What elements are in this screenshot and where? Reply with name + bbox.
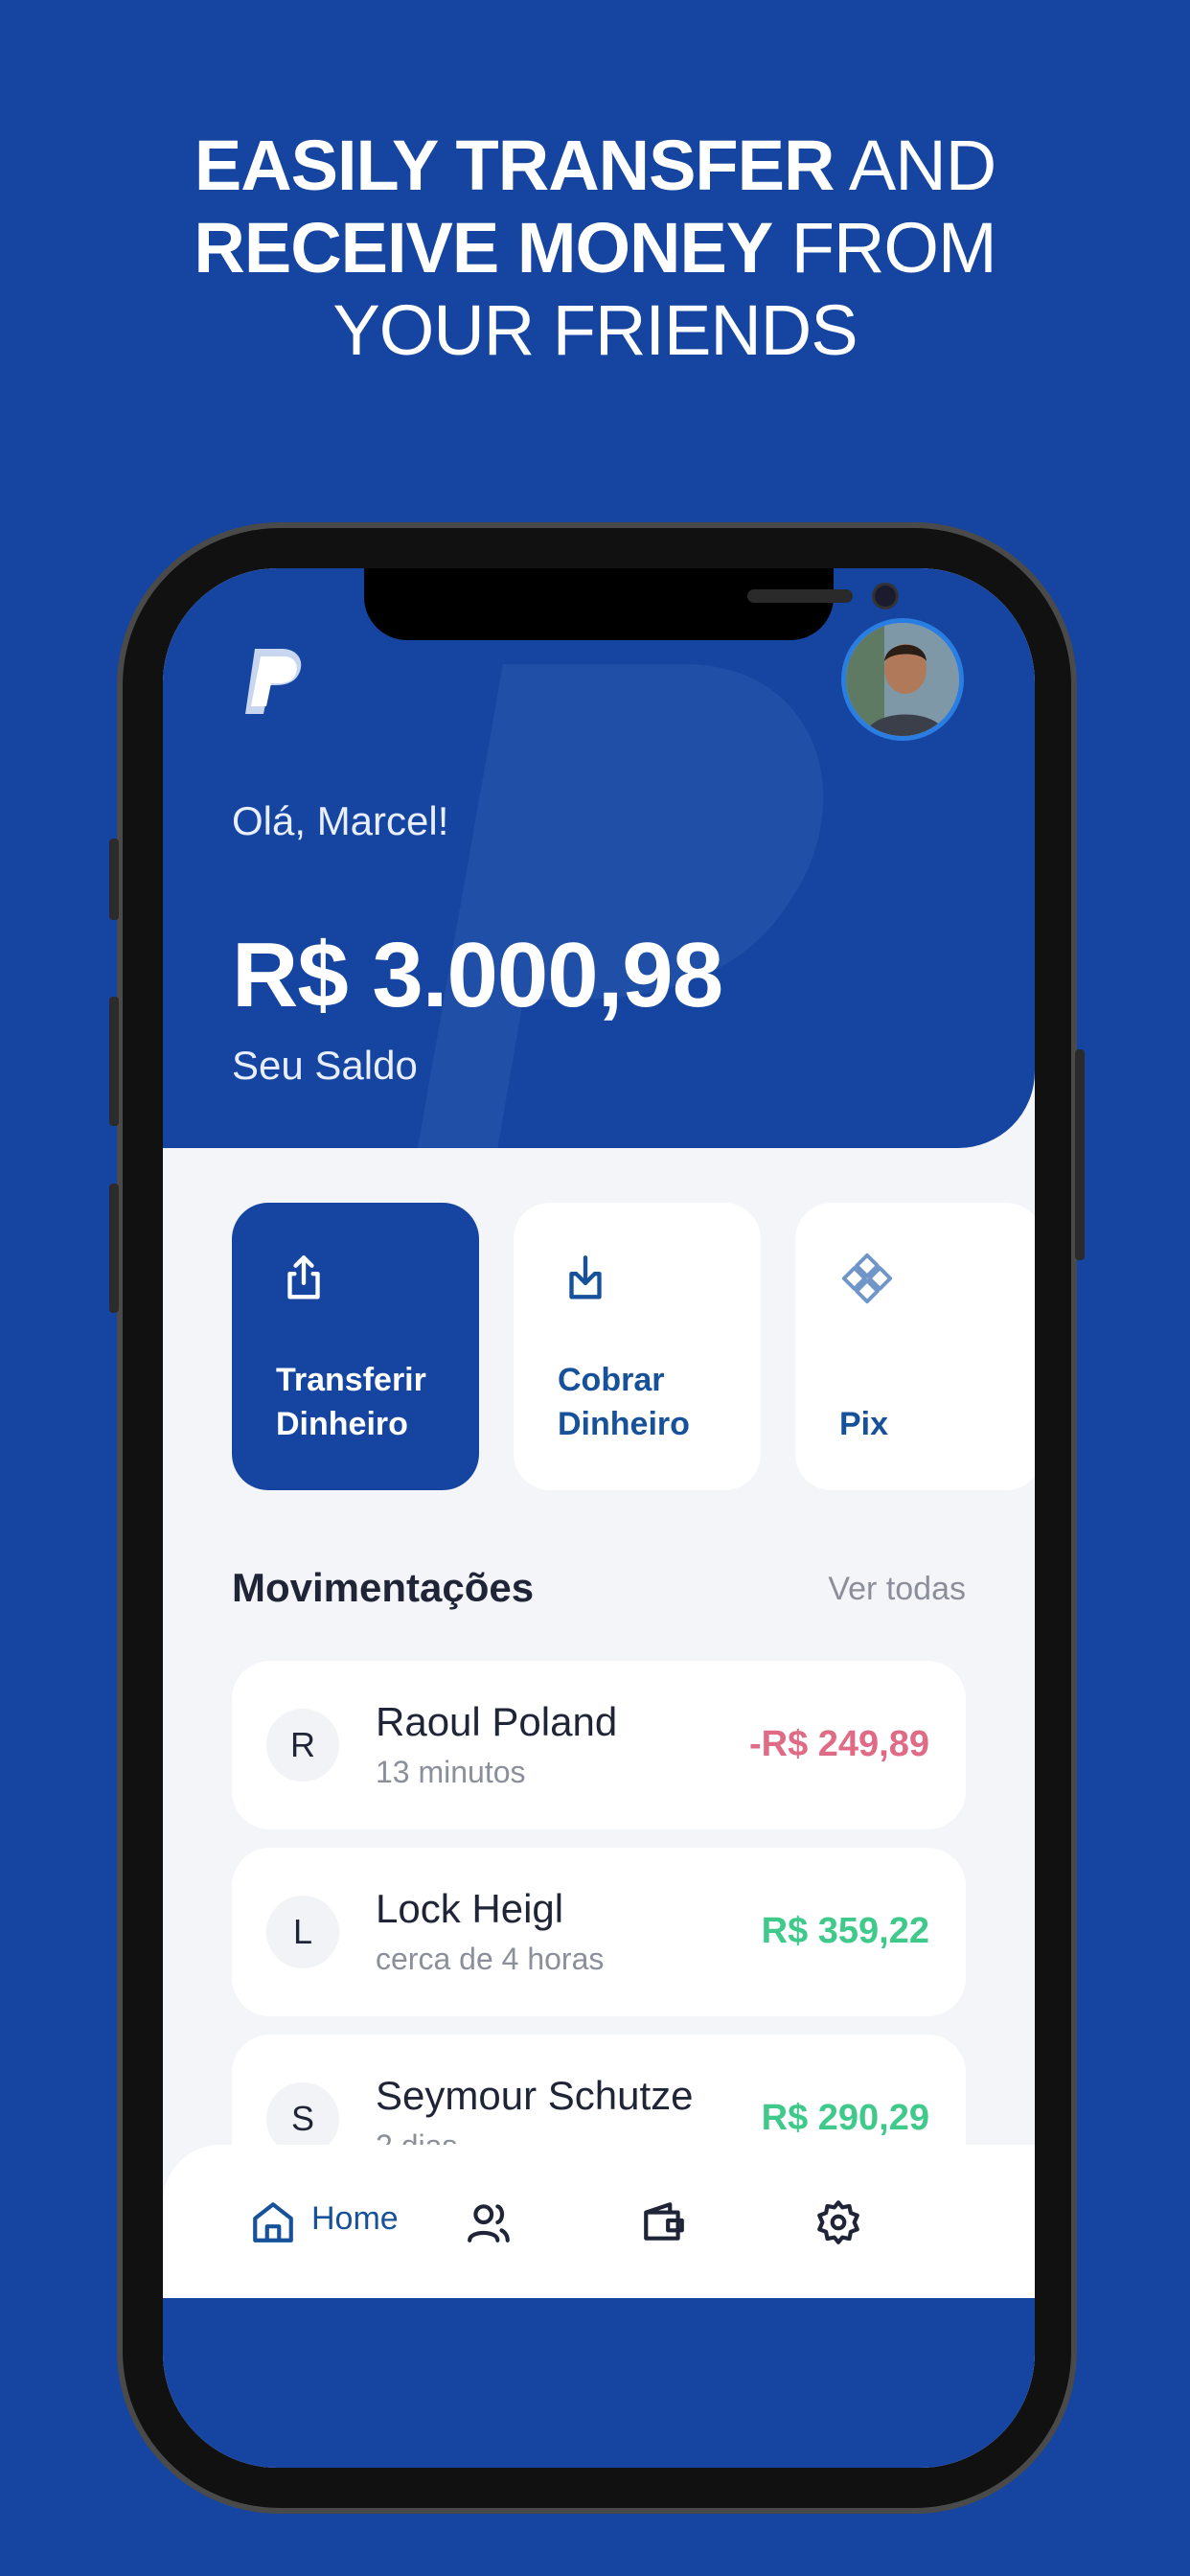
transaction-name: Raoul Poland [376,1699,618,1744]
pix-label: Pix [839,1406,889,1442]
request-money-label: Cobrar Dinheiro [558,1362,690,1442]
phone-power-button [1075,1049,1085,1260]
transaction-time: 13 minutos [376,1755,526,1789]
home-icon [253,2202,293,2242]
transaction-amount: R$ 290,29 [761,2098,929,2138]
transaction-row[interactable]: L Lock Heigl cerca de 4 horas R$ 359,22 [232,1848,966,2016]
phone-notch [364,568,899,640]
tab-settings[interactable] [814,2198,862,2248]
headline-line2-bold: RECEIVE MONEY [194,208,773,288]
tab-wallet[interactable] [640,2198,688,2248]
screen-bottom-area [163,2298,1035,2468]
upload-icon [287,1255,320,1300]
balance-label: Seu Saldo [232,1043,418,1088]
transaction-amount: R$ 359,22 [761,1911,929,1951]
headline-line1-bold: EASILY TRANSFER [194,126,835,205]
transaction-avatar: L [266,1896,339,1968]
transactions-title: Movimentações [232,1565,535,1610]
headline-line3-light: YOUR FRIENDS [332,290,858,370]
tab-contacts[interactable] [466,2198,514,2248]
users-icon [468,2204,510,2242]
phone-volume-down-button [109,1184,119,1313]
see-all-link[interactable]: Ver todas [828,1571,966,1608]
transaction-name: Seymour Schutze [376,2073,694,2118]
phone-side-button [109,839,119,920]
user-avatar[interactable] [841,618,964,741]
transaction-avatar: R [266,1709,339,1782]
transaction-row[interactable]: R Raoul Poland 13 minutos -R$ 249,89 [232,1661,966,1829]
front-camera [872,583,899,610]
transaction-time: cerca de 4 horas [376,1942,605,1976]
pix-icon [841,1253,893,1304]
bottom-tab-bar: Home [163,2145,1035,2298]
transfer-money-button[interactable]: Transferir Dinheiro [232,1203,479,1490]
transaction-name: Lock Heigl [376,1886,564,1931]
transaction-amount: -R$ 249,89 [748,1724,929,1764]
speaker-grille [747,589,853,603]
tab-home-label[interactable]: Home [311,2200,399,2238]
gear-icon [817,2200,859,2244]
request-money-button[interactable]: Cobrar Dinheiro [514,1203,761,1490]
transfer-money-label: Transferir Dinheiro [276,1362,426,1442]
phone-screen: Olá, Marcel! R$ 3.000,98 Seu Saldo Trans… [163,568,1035,2468]
phone-volume-up-button [109,997,119,1126]
user-photo-icon [846,623,959,736]
balance-amount: R$ 3.000,98 [232,924,723,1026]
wallet-icon [644,2202,684,2241]
paypal-logo-icon [245,649,302,714]
tab-home[interactable] [249,2198,297,2248]
headline-line2-light: FROM [772,208,997,288]
download-icon [569,1255,602,1300]
headline-line1-light: AND [834,126,996,205]
greeting-text: Olá, Marcel! [232,798,449,843]
pix-button[interactable]: Pix [795,1203,1035,1490]
marketing-headline: EASILY TRANSFER AND RECEIVE MONEY FROM Y… [0,125,1190,372]
